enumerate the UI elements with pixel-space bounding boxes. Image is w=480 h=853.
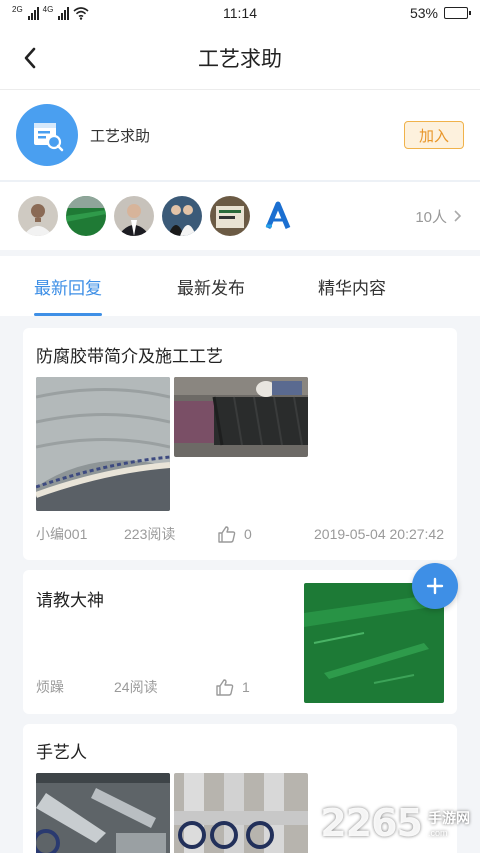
signal-2-label: 4G <box>42 5 54 14</box>
like-count: 1 <box>242 679 250 695</box>
member-avatar[interactable] <box>66 196 106 236</box>
post-meta: 小编001 223阅读 0 2019-05-04 20:27:42 <box>36 524 444 544</box>
post-image[interactable] <box>36 773 170 853</box>
wifi-icon <box>73 7 89 20</box>
plus-icon <box>426 577 444 595</box>
signal-1-label: 2G <box>12 5 23 14</box>
tab-featured[interactable]: 精华内容 <box>318 256 386 316</box>
post-author: 小编001 <box>36 526 88 542</box>
post-title: 手艺人 <box>36 743 87 762</box>
status-time: 11:14 <box>223 5 257 21</box>
navigation-bar: 工艺求助 <box>0 26 480 90</box>
post-card[interactable]: 防腐胶带简介及施工工艺 小编001 223阅读 0 2019-05-04 20:… <box>23 328 457 560</box>
group-header: 工艺求助 加入 <box>0 90 480 182</box>
members-row: 10人 <box>0 182 480 250</box>
member-avatar[interactable] <box>210 196 250 236</box>
watermark-domain-en: .com <box>428 828 448 838</box>
group-name: 工艺求助 <box>90 127 151 145</box>
post-views: 223阅读 <box>124 526 176 542</box>
tab-latest-reply[interactable]: 最新回复 <box>34 256 102 316</box>
like-count: 0 <box>244 526 252 542</box>
post-views: 24阅读 <box>114 679 158 695</box>
tab-latest-posts[interactable]: 最新发布 <box>177 256 245 316</box>
watermark-number: 2265 <box>320 801 423 845</box>
post-date: 2019-05-04 20:27:42 <box>314 526 444 542</box>
compose-fab[interactable] <box>412 563 458 609</box>
back-button[interactable] <box>14 42 46 74</box>
post-image[interactable] <box>174 773 308 853</box>
member-avatar[interactable] <box>162 196 202 236</box>
post-meta: 烦躁 24阅读 1 <box>36 677 287 697</box>
post-title: 防腐胶带简介及施工工艺 <box>36 347 223 366</box>
thumbs-up-icon <box>218 525 236 543</box>
chevron-right-icon <box>454 210 462 222</box>
member-count: 10人 <box>415 208 447 226</box>
watermark-logo: 2265 手游网 .com <box>320 801 470 845</box>
tab-bar: 最新回复 最新发布 精华内容 <box>0 256 480 316</box>
chevron-left-icon <box>24 47 36 69</box>
watermark-domain-cn: 手游网 <box>428 810 470 826</box>
battery-icon <box>444 7 471 19</box>
post-image[interactable] <box>174 377 308 457</box>
signal-2-icon <box>58 6 70 20</box>
battery-percent: 53% <box>409 5 438 21</box>
join-button[interactable]: 加入 <box>404 121 464 149</box>
member-count-link[interactable]: 10人 <box>415 206 462 227</box>
signal-indicators: 2G 4G <box>12 6 89 20</box>
page-title: 工艺求助 <box>198 47 282 71</box>
post-feed: 防腐胶带简介及施工工艺 小编001 223阅读 0 2019-05-04 20:… <box>0 316 480 853</box>
status-bar: 2G 4G 11:14 53% <box>0 0 480 26</box>
member-avatar[interactable] <box>258 196 298 236</box>
post-card[interactable]: 请教大神 烦躁 24阅读 1 <box>23 570 457 714</box>
post-author: 烦躁 <box>36 679 64 695</box>
like-button[interactable]: 1 <box>216 678 250 696</box>
thumbs-up-icon <box>216 678 234 696</box>
forum-search-icon <box>16 104 78 166</box>
member-avatar[interactable] <box>114 196 154 236</box>
member-avatar[interactable] <box>18 196 58 236</box>
signal-1-icon <box>27 6 39 20</box>
post-images <box>36 377 444 511</box>
post-image[interactable] <box>36 377 170 511</box>
like-button[interactable]: 0 <box>218 525 252 543</box>
